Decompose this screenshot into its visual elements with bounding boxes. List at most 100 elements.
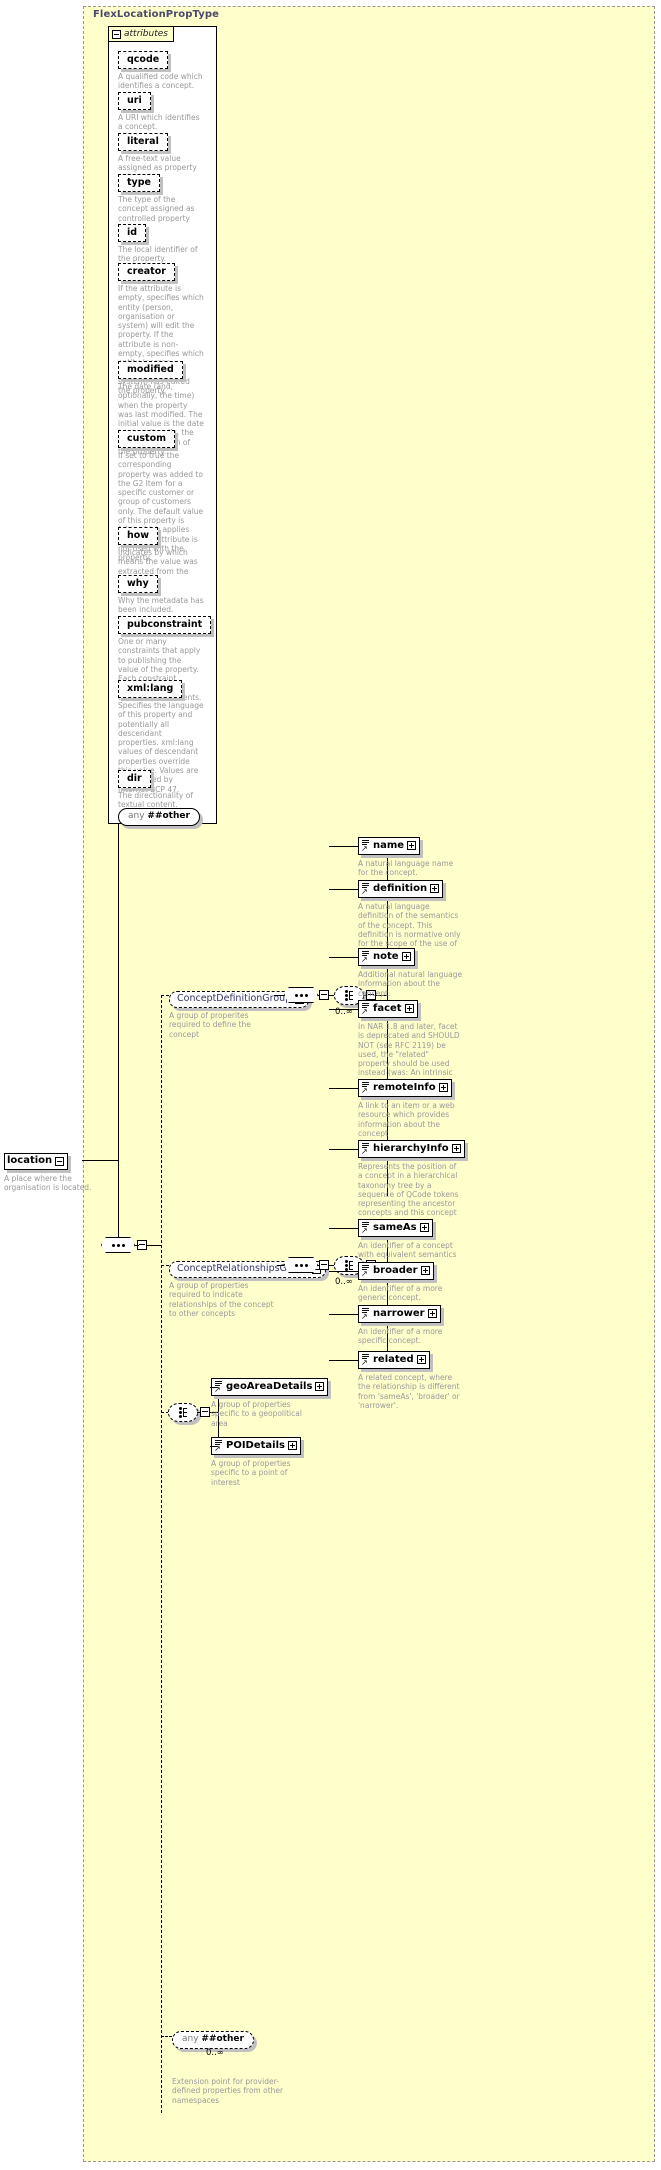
attribute-name[interactable]: custom	[118, 430, 176, 448]
connector-crg-seq	[277, 1265, 284, 1266]
expand-icon[interactable]	[430, 884, 440, 893]
attribute-name[interactable]: pubconstraint	[118, 616, 212, 634]
expand-icon[interactable]	[287, 1441, 297, 1450]
attributes-header[interactable]: attributes	[108, 26, 174, 42]
cardinality-crg: 0..∞	[335, 1277, 353, 1287]
expand-icon[interactable]	[416, 1355, 426, 1364]
any-namespace-label: ##other	[201, 2034, 244, 2044]
element-box[interactable]: ↗ remoteInfo	[358, 1079, 452, 1097]
element-box[interactable]: ↗ facet	[358, 1000, 418, 1018]
type-name-label: FlexLocationPropType	[93, 9, 219, 20]
element-name[interactable]: ↗ name A natural language name for the c…	[329, 837, 463, 878]
connector-cdg-seqbox	[318, 995, 320, 996]
element-definition[interactable]: ↗ definition A natural language definiti…	[329, 880, 463, 958]
expand-icon[interactable]	[419, 1223, 429, 1232]
sequence-connector-root[interactable]	[101, 1237, 135, 1253]
attribute-name[interactable]: xml:lang	[118, 680, 183, 698]
any-other-box[interactable]: any ##other	[172, 2031, 254, 2049]
sequence-collapse-icon-cdg[interactable]	[319, 990, 329, 1000]
collapse-icon[interactable]	[112, 29, 121, 39]
element-description: An identifier of a more generic concept.	[358, 1284, 443, 1303]
any-prefix-label: any	[182, 2034, 199, 2044]
expand-icon[interactable]	[407, 841, 417, 850]
element-label: narrower	[373, 1307, 425, 1319]
sequence-connector-crg[interactable]	[284, 1257, 318, 1273]
element-note[interactable]: ↗ note Additional natural language infor…	[329, 948, 463, 998]
element-box[interactable]: ↗ sameAs	[358, 1219, 433, 1237]
attribute-why[interactable]: why Why the metadata has been included.	[118, 571, 204, 615]
element-box[interactable]: ↗ hierarchyInfo	[358, 1140, 465, 1158]
location-box[interactable]: location	[4, 1153, 69, 1170]
element-description: A group of properties specific to a poin…	[211, 1459, 291, 1487]
element-related[interactable]: ↗ related A related concept, where the r…	[329, 1351, 463, 1410]
expand-icon[interactable]	[401, 952, 411, 961]
sequence-connector-cdg[interactable]	[284, 987, 318, 1003]
element-geoareadetails[interactable]: ↗ geoAreaDetails A group of properties s…	[210, 1378, 329, 1428]
element-icon: ↗	[361, 1221, 370, 1235]
attribute-name[interactable]: modified	[118, 361, 183, 379]
connector-seq-right	[147, 1245, 161, 1246]
sequence-collapse-icon-crg[interactable]	[319, 1260, 329, 1270]
element-label: geoAreaDetails	[226, 1380, 313, 1392]
connector-details-box	[197, 1412, 201, 1413]
any-namespace-label: ##other	[147, 811, 190, 821]
element-box[interactable]: ↗ broader	[358, 1262, 434, 1280]
element-broader[interactable]: ↗ broader An identifier of a more generi…	[329, 1262, 463, 1303]
connector-location-down	[118, 1160, 119, 1245]
element-facet[interactable]: ↗ facet In NAR 1.8 and later, facet is d…	[329, 1000, 463, 1087]
attribute-name[interactable]: dir	[118, 770, 151, 788]
group-description: A group of properites required to define…	[169, 1011, 251, 1039]
expand-icon[interactable]	[420, 1266, 430, 1275]
choice-collapse-icon-details[interactable]	[200, 1407, 210, 1417]
element-label: sameAs	[373, 1221, 417, 1233]
expand-icon[interactable]	[451, 1144, 461, 1153]
element-box[interactable]: ↗ related	[358, 1351, 430, 1369]
element-box[interactable]: ↗ narrower	[358, 1305, 441, 1323]
attribute-name[interactable]: uri	[118, 92, 151, 110]
connector-crg-seqbox	[318, 1265, 320, 1266]
attribute-qcode[interactable]: qcode A qualified code which identifies …	[118, 47, 204, 91]
attribute-name[interactable]: qcode	[118, 51, 169, 69]
element-description: An identifier of a concept with equivale…	[358, 1241, 457, 1260]
any-other-description: Extension point for provider-defined pro…	[172, 2077, 284, 2105]
element-hierarchyinfo[interactable]: ↗ hierarchyInfo Represents the position …	[329, 1140, 465, 1218]
connector-branch	[329, 1314, 358, 1315]
any-other-box[interactable]: any ##other	[118, 808, 200, 826]
element-box[interactable]: ↗ geoAreaDetails	[211, 1378, 329, 1396]
attribute-name[interactable]: literal	[118, 133, 168, 151]
attribute-id[interactable]: id The local identifier of the property.	[118, 220, 204, 264]
element-remoteinfo[interactable]: ↗ remoteInfo A link to an item or a web …	[329, 1079, 463, 1138]
attribute-name[interactable]: why	[118, 575, 158, 593]
element-description: A related concept, where the relationshi…	[358, 1373, 460, 1410]
attribute-name[interactable]: creator	[118, 263, 175, 281]
expand-icon[interactable]	[315, 1382, 325, 1391]
element-narrower[interactable]: ↗ narrower An identifier of a more speci…	[329, 1305, 463, 1346]
element-box[interactable]: ↗ note	[358, 948, 415, 966]
expand-icon[interactable]	[427, 1309, 437, 1318]
element-box[interactable]: ↗ POIDetails	[211, 1437, 301, 1455]
element-poidetails[interactable]: ↗ POIDetails A group of properties speci…	[210, 1437, 316, 1487]
element-box[interactable]: ↗ name	[358, 837, 421, 855]
connector-any-other	[161, 2036, 172, 2037]
location-description: A place where the organisation is locate…	[4, 1174, 92, 1193]
attribute-uri[interactable]: uri A URI which identifies a concept.	[118, 88, 204, 132]
element-box[interactable]: ↗ definition	[358, 880, 444, 898]
attribute-name[interactable]: id	[118, 224, 147, 242]
attributes-label: attributes	[124, 29, 168, 39]
element-icon: ↗	[361, 1264, 370, 1278]
cardinality-any-other: 0..∞	[206, 2048, 224, 2058]
element-label: remoteInfo	[373, 1081, 436, 1093]
attribute-name[interactable]: type	[118, 174, 160, 192]
element-icon: ↗	[361, 882, 370, 896]
content-any-other[interactable]: any ##other 0..∞ Extension point for pro…	[172, 2026, 287, 2105]
element-sameas[interactable]: ↗ sameAs An identifier of a concept with…	[329, 1219, 463, 1260]
element-description: A natural language name for the concept.	[358, 859, 454, 878]
attribute-any-other[interactable]: any ##other	[118, 803, 200, 826]
expand-icon[interactable]	[438, 1083, 448, 1092]
attribute-name[interactable]: how	[118, 527, 159, 545]
collapse-icon[interactable]	[55, 1156, 65, 1166]
root-element-location[interactable]: location A place where the organisation …	[4, 1148, 99, 1193]
connector-branch	[329, 1271, 358, 1272]
connector-branch	[329, 1088, 358, 1089]
expand-icon[interactable]	[404, 1004, 414, 1013]
